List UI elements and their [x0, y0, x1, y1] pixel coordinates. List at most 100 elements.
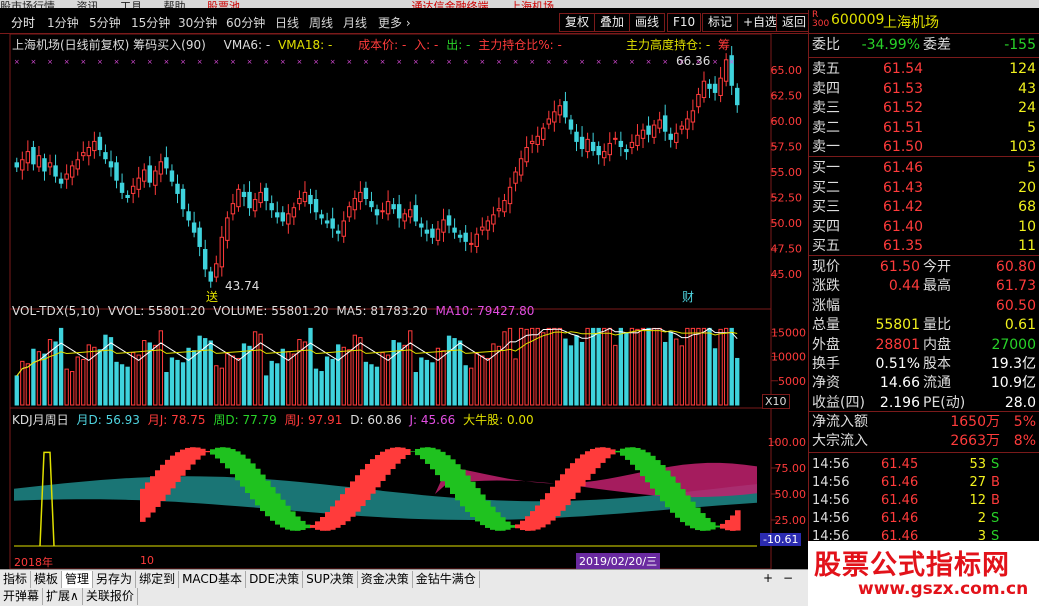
kdj-day-ribbon	[365, 463, 371, 500]
flow-row: 大宗流入 2663万 8%	[809, 432, 1039, 451]
tab-golden-bull[interactable]: 金钻牛满仓	[412, 571, 480, 588]
candle-body	[275, 212, 280, 218]
stock-prefix: R 300	[812, 11, 829, 29]
bid-row[interactable]: 买五 61.35 11	[809, 237, 1039, 256]
chip-mark: ×	[80, 58, 86, 66]
period-60min[interactable]: 60分钟	[226, 14, 265, 31]
candle-body	[114, 162, 119, 181]
period-5min[interactable]: 5分钟	[89, 14, 121, 31]
tab-indicator[interactable]: 指标	[0, 571, 32, 588]
tab-template[interactable]: 模板	[31, 571, 63, 588]
volume-bar	[347, 349, 352, 406]
menu-item-4[interactable]: 股票池	[207, 0, 240, 8]
menu-item-1[interactable]: 资讯	[77, 0, 99, 8]
stat-value2: 27000	[991, 336, 1036, 353]
ask-row[interactable]: 卖二 61.51 5	[809, 119, 1039, 138]
tick-price: 61.46	[881, 511, 919, 526]
candle-body	[646, 125, 651, 135]
kdj-day-ribbon	[530, 511, 536, 531]
ask-label: 卖二	[812, 119, 840, 136]
period-day[interactable]: 日线	[275, 14, 299, 31]
menu-item-3[interactable]: 帮助	[164, 0, 186, 8]
period-15min[interactable]: 15分钟	[131, 14, 170, 31]
zoom-out-icon[interactable]: −	[783, 571, 793, 585]
period-minute-realtime[interactable]: 分时	[11, 14, 35, 31]
button-f10[interactable]: F10	[667, 13, 702, 32]
zoom-in-icon[interactable]: +	[763, 571, 773, 585]
bid-row[interactable]: 买二 61.43 20	[809, 179, 1039, 198]
bid-row[interactable]: 买四 61.40 10	[809, 218, 1039, 237]
vol-tick-label: 10000	[771, 351, 806, 364]
ask-row[interactable]: 卖五 61.54 124	[809, 60, 1039, 79]
button-restore-right[interactable]: 复权	[559, 13, 596, 32]
kdj-day-ribbon	[285, 505, 291, 530]
tab-manage[interactable]: 管理	[62, 571, 94, 588]
period-1min[interactable]: 1分钟	[47, 14, 79, 31]
candle-body	[441, 219, 446, 233]
tab-macd[interactable]: MACD基本	[179, 571, 247, 588]
tick-volume: 2	[977, 511, 986, 526]
ask-row[interactable]: 卖四 61.53 43	[809, 80, 1039, 99]
candle-body	[158, 161, 164, 175]
volume-bar	[552, 327, 557, 406]
kdj-day-ribbon	[250, 463, 256, 500]
candle-body	[47, 162, 53, 168]
period-30min[interactable]: 30分钟	[178, 14, 217, 31]
candle-body	[723, 59, 729, 82]
candle-body	[230, 203, 236, 215]
button-overlay[interactable]: 叠加	[594, 13, 631, 32]
tick-price: 61.46	[881, 493, 919, 508]
kdj-day-ribbon	[645, 452, 651, 483]
bid-row[interactable]: 买三 61.42 68	[809, 198, 1039, 217]
volume-bar	[175, 359, 180, 406]
tab-fund[interactable]: 资金决策	[357, 571, 413, 588]
tab-save-as[interactable]: 另存为	[93, 571, 137, 588]
kdj-day-ribbon	[640, 449, 646, 477]
period-month[interactable]: 月线	[343, 14, 367, 31]
sep-6	[809, 452, 1039, 453]
candle-body	[463, 232, 468, 242]
tab-bind-to[interactable]: 绑定到	[136, 571, 180, 588]
volume-bar	[408, 330, 413, 406]
kdj-day-ribbon	[595, 447, 601, 469]
chip-mark: ×	[330, 58, 336, 66]
menu-item-2[interactable]: 工具	[120, 0, 142, 8]
bid-row[interactable]: 买一 61.46 5	[809, 159, 1039, 178]
candle-body	[574, 131, 579, 142]
volume-bar	[435, 347, 441, 406]
tab-related-quote[interactable]: 关联报价	[82, 588, 138, 605]
kdj-d: D: 60.86	[350, 413, 402, 427]
menu-item-0[interactable]: 股市场行情	[0, 0, 55, 8]
period-week[interactable]: 周线	[309, 14, 333, 31]
ask-row[interactable]: 卖三 61.52 24	[809, 99, 1039, 118]
volume-bar	[114, 361, 119, 406]
ask-row[interactable]: 卖一 61.50 103	[809, 138, 1039, 157]
candle-body	[36, 155, 42, 168]
kdj-day-ribbon	[690, 501, 696, 529]
kdj-day-ribbon	[525, 516, 531, 531]
kdj-day-ribbon	[580, 454, 586, 487]
candle-body	[685, 118, 690, 130]
in-label: 入: -	[414, 38, 439, 52]
volume-bar	[424, 359, 430, 406]
tab-danmaku[interactable]: 开弹幕	[0, 588, 44, 605]
ask-label: 卖四	[812, 80, 840, 97]
webi-row: 委比 -34.99% 委差 -155	[809, 36, 1039, 55]
volume-bar	[557, 327, 563, 406]
volume-bar	[75, 356, 80, 406]
tab-sup[interactable]: SUP决策	[303, 571, 358, 588]
button-mark[interactable]: 标记	[702, 13, 739, 32]
tab-dde[interactable]: DDE决策	[246, 571, 304, 588]
kdj-day-ribbon	[450, 459, 456, 495]
period-more[interactable]: 更多 ›	[378, 14, 411, 31]
price-tick-label: 57.50	[771, 141, 803, 154]
stat-value: 2.196	[879, 394, 920, 411]
chart-area[interactable]: 65.00 62.50 60.00 57.50 55.00 52.50 50.00 47.50…	[0, 33, 808, 570]
candle-body	[20, 159, 25, 171]
chip-mark: ×	[662, 58, 668, 66]
button-back[interactable]: 返回	[776, 13, 813, 32]
button-draw-line[interactable]: 画线	[629, 13, 666, 32]
tab-expand[interactable]: 扩展∧	[43, 588, 83, 605]
kdj-day-ribbon	[255, 468, 261, 506]
candle-body	[385, 201, 391, 215]
